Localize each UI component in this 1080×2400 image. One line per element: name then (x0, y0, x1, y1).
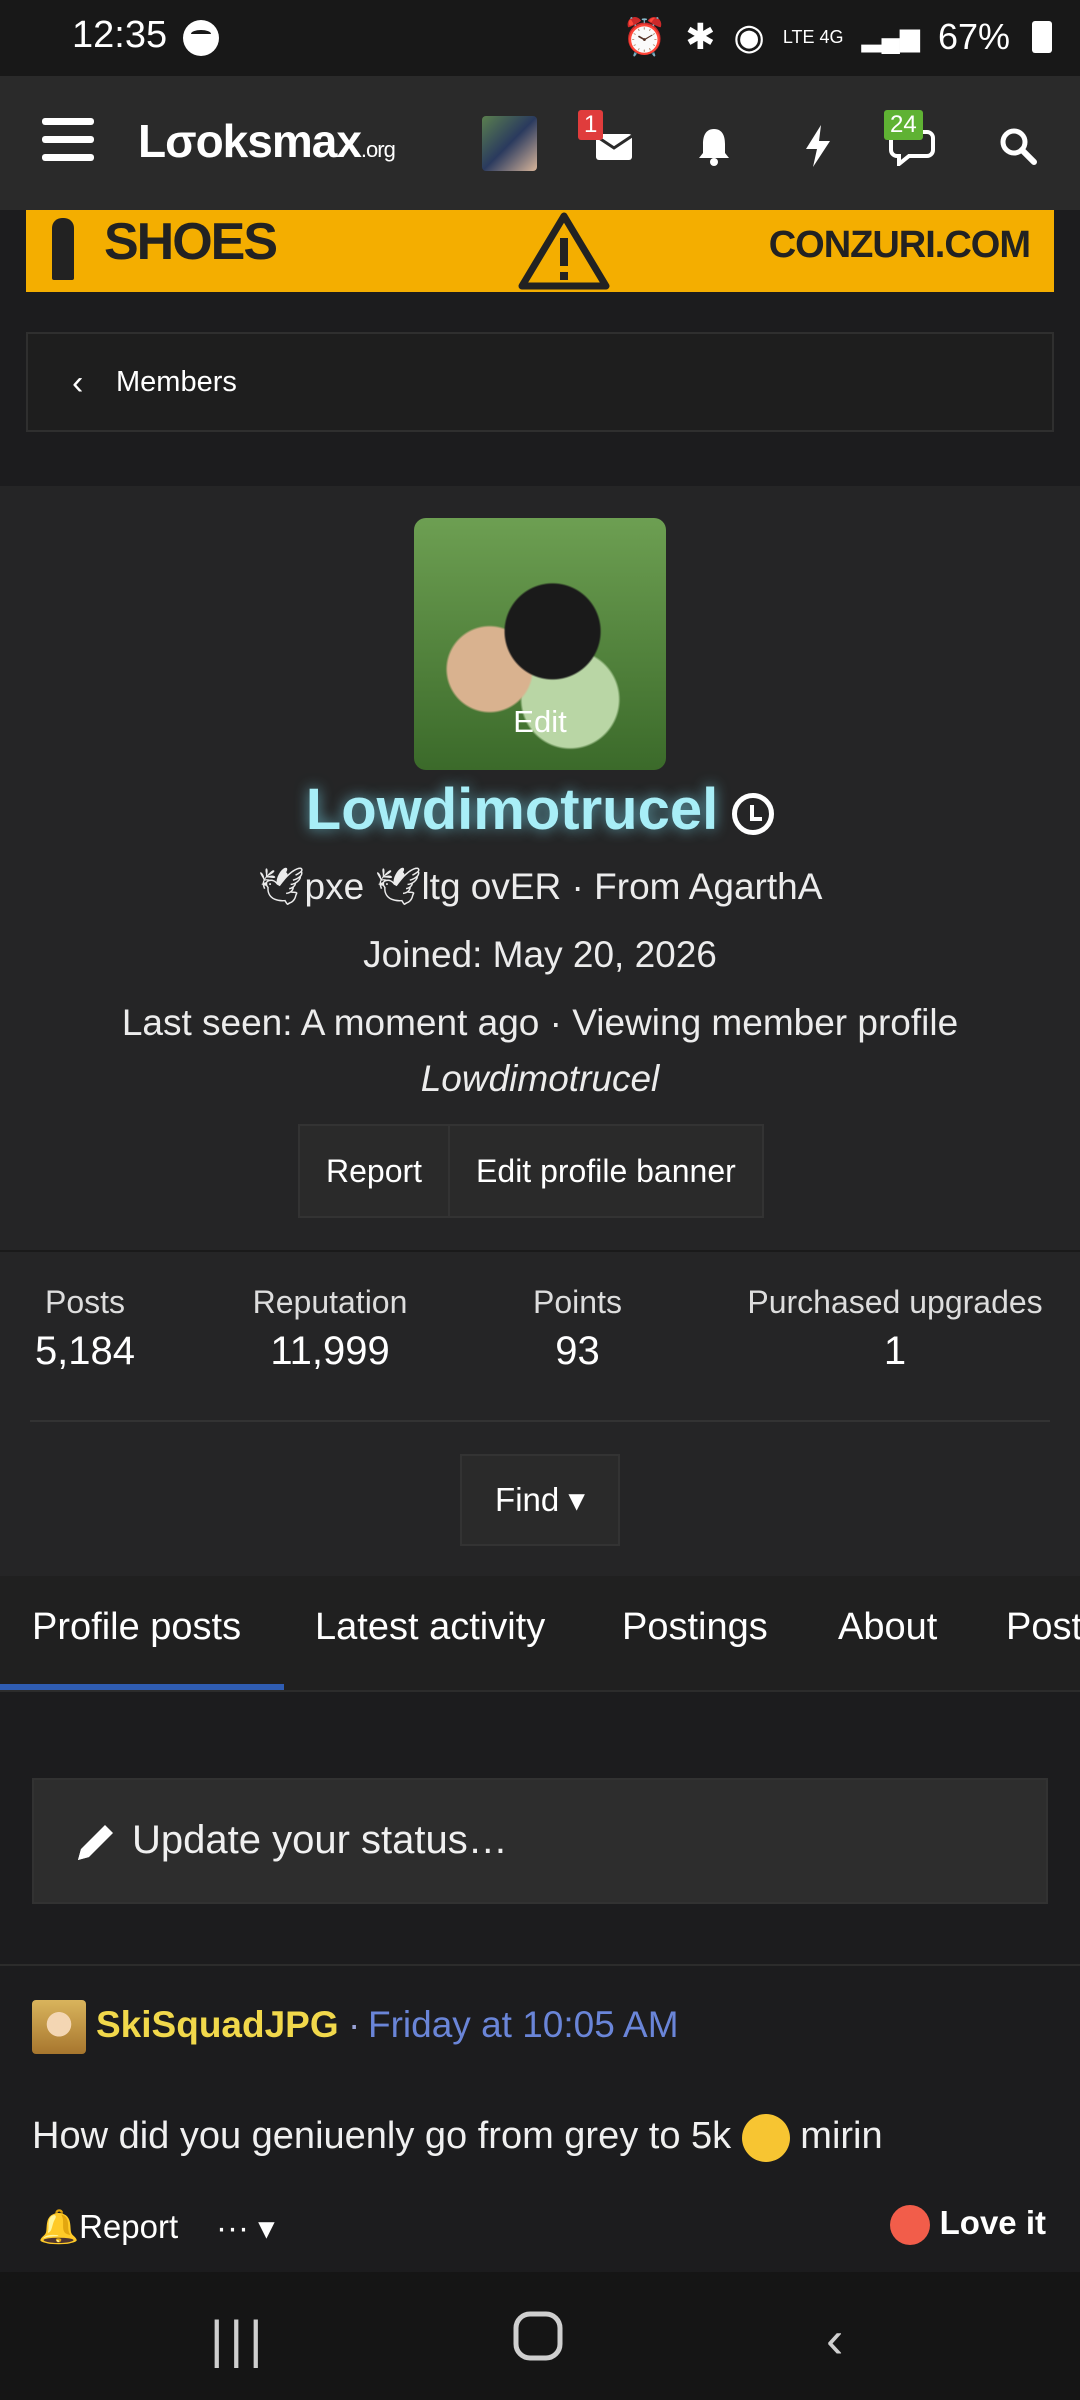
stat-reputation: Reputation 11,999 (240, 1284, 420, 1374)
history-icon[interactable] (732, 792, 775, 835)
stat-upgrades: Purchased upgrades 1 (735, 1284, 1055, 1374)
android-navigation-bar: ||| ‹ (0, 2272, 1080, 2400)
ad-banner[interactable]: SHOES CONZURI.COM (26, 210, 1054, 292)
love-reaction[interactable]: Love it (890, 2204, 1046, 2246)
user-title: 🕊pxe 🕊ltg ovER · From AgarthA (257, 866, 823, 907)
system-icons: ⏰ ✱ ◉ LTE 4G ▂▄▆ 67% (622, 16, 1052, 58)
recents-icon[interactable]: ||| (210, 2310, 269, 2370)
inbox-badge: 1 (578, 110, 604, 140)
logo-text: Lσoksmax (138, 115, 362, 167)
edit-banner-button[interactable]: Edit profile banner (448, 1126, 762, 1216)
status-update-input[interactable]: Update your status… (32, 1778, 1048, 1904)
reaction-label: Love it (939, 2204, 1046, 2241)
conversations-icon[interactable]: 24 (884, 110, 940, 174)
joined-date: Joined: May 20, 2026 (363, 934, 717, 975)
lightning-icon[interactable] (790, 118, 846, 174)
stat-posts[interactable]: Posts 5,184 (30, 1284, 140, 1374)
search-icon[interactable] (990, 118, 1046, 174)
inbox-icon[interactable]: 1 (578, 110, 642, 174)
banner-left-text: SHOES (104, 213, 278, 271)
heart-eyes-emoji-icon (890, 2205, 931, 2246)
signal-icon: ▂▄▆ (861, 21, 920, 52)
tab-about[interactable]: About (838, 1606, 937, 1649)
stat-label: Points (533, 1284, 622, 1320)
status-bar: 12:35 ⏰ ✱ ◉ LTE 4G ▂▄▆ 67% (0, 0, 1080, 76)
profile-actions: Report Edit profile banner (298, 1124, 764, 1218)
tab-profile-posts[interactable]: Profile posts (32, 1606, 241, 1649)
hotspot-icon: ◉ (733, 16, 765, 57)
divider (0, 1964, 1080, 1966)
post-actions: 🔔Report ··· ▾ Love it (0, 2204, 1080, 2264)
person-icon (52, 218, 74, 280)
nav-avatar[interactable] (482, 116, 537, 171)
last-seen: Last seen: A moment ago · Viewing member… (121, 1002, 959, 1043)
report-label: Report (79, 2208, 179, 2245)
post-text-after: mirin (800, 2115, 883, 2158)
post-separator: · (348, 2004, 361, 2045)
post-timestamp[interactable]: Friday at 10:05 AM (368, 2004, 679, 2046)
tab-post-areas[interactable]: Post (1006, 1606, 1080, 1649)
chevron-left-icon: ‹ (72, 364, 84, 402)
logo-suffix: .org (360, 137, 396, 162)
post-text: How did you geniuenly go from grey to 5k (32, 2115, 732, 2158)
conversations-badge: 24 (884, 110, 923, 140)
tab-latest-activity[interactable]: Latest activity (315, 1606, 545, 1649)
network-icon: LTE 4G (782, 27, 844, 47)
stat-value: 93 (555, 1329, 600, 1373)
site-logo[interactable]: Lσoksmax.org (138, 114, 396, 168)
battery-icon (1032, 21, 1052, 53)
post-more-menu[interactable]: ··· ▾ (216, 2208, 275, 2247)
battery-percent: 67% (937, 16, 1010, 57)
avatar-edit-label[interactable]: Edit (414, 704, 666, 740)
profile-avatar[interactable]: Edit (414, 518, 666, 770)
stat-points[interactable]: Points 93 (510, 1284, 645, 1374)
stat-value: 11,999 (270, 1329, 390, 1373)
username-text: Lowdimotrucel (305, 777, 719, 842)
menu-icon[interactable] (42, 118, 94, 162)
divider (30, 1420, 1050, 1422)
stat-label: Purchased upgrades (747, 1284, 1043, 1320)
report-button[interactable]: Report (300, 1126, 448, 1216)
alarm-icon: ⏰ (622, 16, 668, 57)
post-body: How did you geniuenly go from grey to 5k… (32, 2114, 883, 2162)
last-seen-target[interactable]: Lowdimotrucel (0, 1058, 1080, 1100)
post-author-avatar[interactable] (32, 2000, 86, 2054)
bell-icon[interactable] (686, 118, 742, 174)
divider (0, 1250, 1080, 1252)
stat-value: 1 (883, 1329, 907, 1373)
bluetooth-icon: ✱ (685, 16, 716, 57)
clock: 12:35 (72, 14, 168, 56)
back-icon[interactable]: ‹ (826, 2310, 843, 2370)
home-icon[interactable] (512, 2310, 564, 2375)
breadcrumb[interactable]: ‹ Members (26, 332, 1054, 432)
warning-icon (518, 212, 610, 290)
spotify-icon (183, 20, 219, 56)
post-report-link[interactable]: 🔔Report (38, 2208, 178, 2247)
profile-username: Lowdimotrucel (0, 776, 1080, 843)
status-placeholder: Update your status… (132, 1818, 508, 1862)
crying-laughing-emoji-icon (741, 2114, 790, 2162)
post-author[interactable]: SkiSquadJPG (96, 2004, 339, 2046)
stat-label: Posts (44, 1284, 126, 1320)
site-navbar: Lσoksmax.org 1 24 (0, 76, 1080, 210)
active-tab-indicator (0, 1684, 284, 1690)
profile-header: Edit Lowdimotrucel 🕊pxe 🕊ltg ovER · From… (0, 486, 1080, 1576)
find-dropdown[interactable]: Find ▾ (460, 1454, 620, 1546)
stat-label: Reputation (252, 1284, 408, 1320)
tab-postings[interactable]: Postings (622, 1606, 768, 1649)
stat-value: 5,184 (34, 1329, 136, 1373)
breadcrumb-label: Members (116, 366, 237, 398)
pencil-icon (78, 1825, 113, 1860)
banner-brand: CONZURI.COM (768, 224, 1031, 266)
profile-tabs: Profile posts Latest activity Postings A… (0, 1576, 1080, 1692)
